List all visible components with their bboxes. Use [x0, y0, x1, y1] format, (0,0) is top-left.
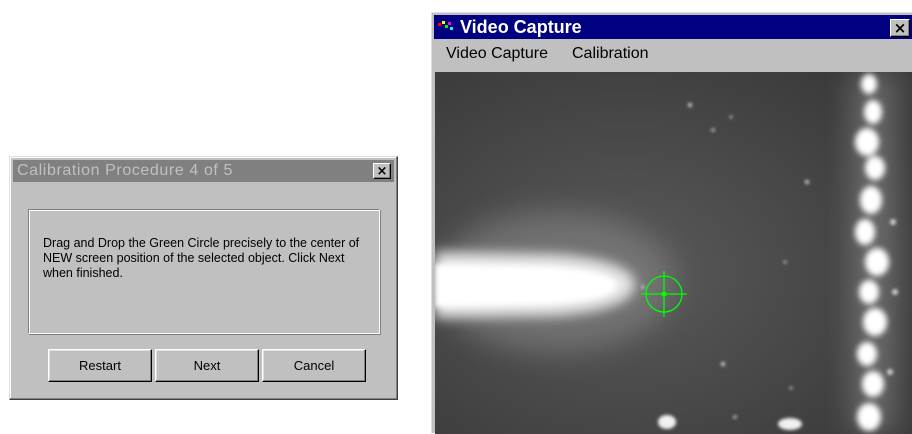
- video-frame: [435, 72, 912, 434]
- close-icon: ×: [893, 18, 907, 37]
- message-panel: Drag and Drop the Green Circle precisely…: [28, 209, 380, 334]
- dialog-close-button[interactable]: ×: [373, 163, 391, 179]
- menu-bar: Video Capture Calibration: [434, 40, 912, 68]
- app-video-icon: [438, 21, 453, 30]
- video-capture-window: Video Capture × Video Capture Calibratio…: [431, 12, 912, 434]
- window-titlebar[interactable]: Video Capture ×: [434, 15, 912, 39]
- close-icon: ×: [376, 163, 388, 179]
- window-title: Video Capture: [460, 16, 582, 37]
- instruction-text: Drag and Drop the Green Circle precisely…: [43, 236, 360, 280]
- menu-calibration[interactable]: Calibration: [560, 45, 660, 63]
- next-button[interactable]: Next: [155, 349, 259, 382]
- video-feed[interactable]: [435, 72, 912, 434]
- restart-button[interactable]: Restart: [48, 349, 152, 382]
- dialog-title: Calibration Procedure 4 of 5: [17, 162, 234, 179]
- dialog-titlebar[interactable]: Calibration Procedure 4 of 5 ×: [13, 160, 394, 182]
- calibration-dialog: Calibration Procedure 4 of 5 × Drag and …: [9, 156, 398, 400]
- window-close-button[interactable]: ×: [890, 19, 910, 37]
- menu-video-capture[interactable]: Video Capture: [434, 45, 560, 63]
- cancel-button[interactable]: Cancel: [262, 349, 366, 382]
